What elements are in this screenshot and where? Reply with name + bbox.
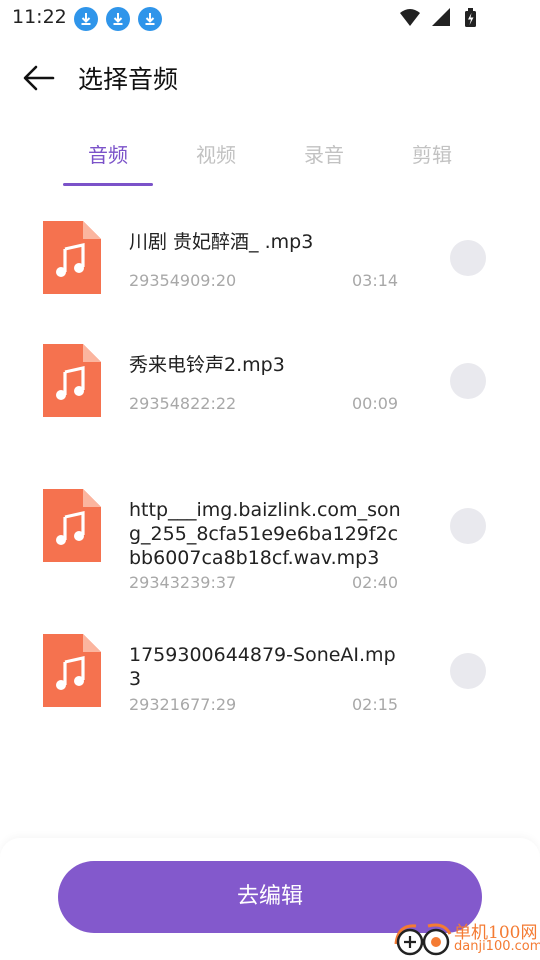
list-item[interactable]: http___img.baizlink.com_song_255_8cfa51e… <box>0 478 540 592</box>
select-radio[interactable] <box>450 363 486 399</box>
back-arrow-icon[interactable] <box>22 62 56 94</box>
tab-video[interactable]: 视频 <box>171 138 261 172</box>
file-duration: 02:40 <box>352 573 399 592</box>
tab-clips[interactable]: 剪辑 <box>387 138 477 172</box>
page-title: 选择音频 <box>78 65 179 94</box>
list-item[interactable]: 川剧 贵妃醉酒_ .mp3 29354909:20 03:14 <box>0 210 540 320</box>
select-radio[interactable] <box>450 508 486 544</box>
tab-audio[interactable]: 音频 <box>63 138 153 172</box>
list-item[interactable]: 1759300644879-SoneAI.mp3 29321677:29 02:… <box>0 623 540 733</box>
wifi-icon <box>400 9 420 26</box>
music-file-icon <box>43 634 101 707</box>
file-name: 秀来电铃声2.mp3 <box>129 354 285 376</box>
file-name: 1759300644879-SoneAI.mp3 <box>129 644 396 690</box>
music-file-icon <box>43 221 101 294</box>
watermark-url: danji100.com <box>454 939 540 954</box>
select-radio[interactable] <box>450 653 486 689</box>
download-icon <box>106 7 130 31</box>
battery-charging-icon <box>465 8 476 27</box>
tab-indicator <box>63 183 153 186</box>
watermark-logo-icon <box>394 923 452 956</box>
download-icon <box>74 7 98 31</box>
file-duration: 03:14 <box>352 271 399 290</box>
download-icon <box>138 7 162 31</box>
select-radio[interactable] <box>450 240 486 276</box>
music-file-icon <box>43 489 101 562</box>
file-name: http___img.baizlink.com_song_255_8cfa51e… <box>129 499 401 569</box>
file-size: 29343239:37 <box>129 573 237 592</box>
file-size: 29321677:29 <box>129 695 237 714</box>
watermark: 单机100网 danji100.com <box>392 916 540 960</box>
status-time: 11:22 <box>12 6 67 28</box>
system-status-icons <box>400 8 476 27</box>
list-item[interactable]: 秀来电铃声2.mp3 29354822:22 00:09 <box>0 333 540 443</box>
file-size: 29354909:20 <box>129 271 237 290</box>
file-size: 29354822:22 <box>129 394 237 413</box>
music-file-icon <box>43 344 101 417</box>
file-name: 川剧 贵妃醉酒_ .mp3 <box>129 231 314 253</box>
tab-recording[interactable]: 录音 <box>279 138 369 172</box>
signal-icon <box>432 8 450 26</box>
file-duration: 02:15 <box>352 695 399 714</box>
file-duration: 00:09 <box>352 394 399 413</box>
status-bar: 11:22 <box>0 0 540 36</box>
